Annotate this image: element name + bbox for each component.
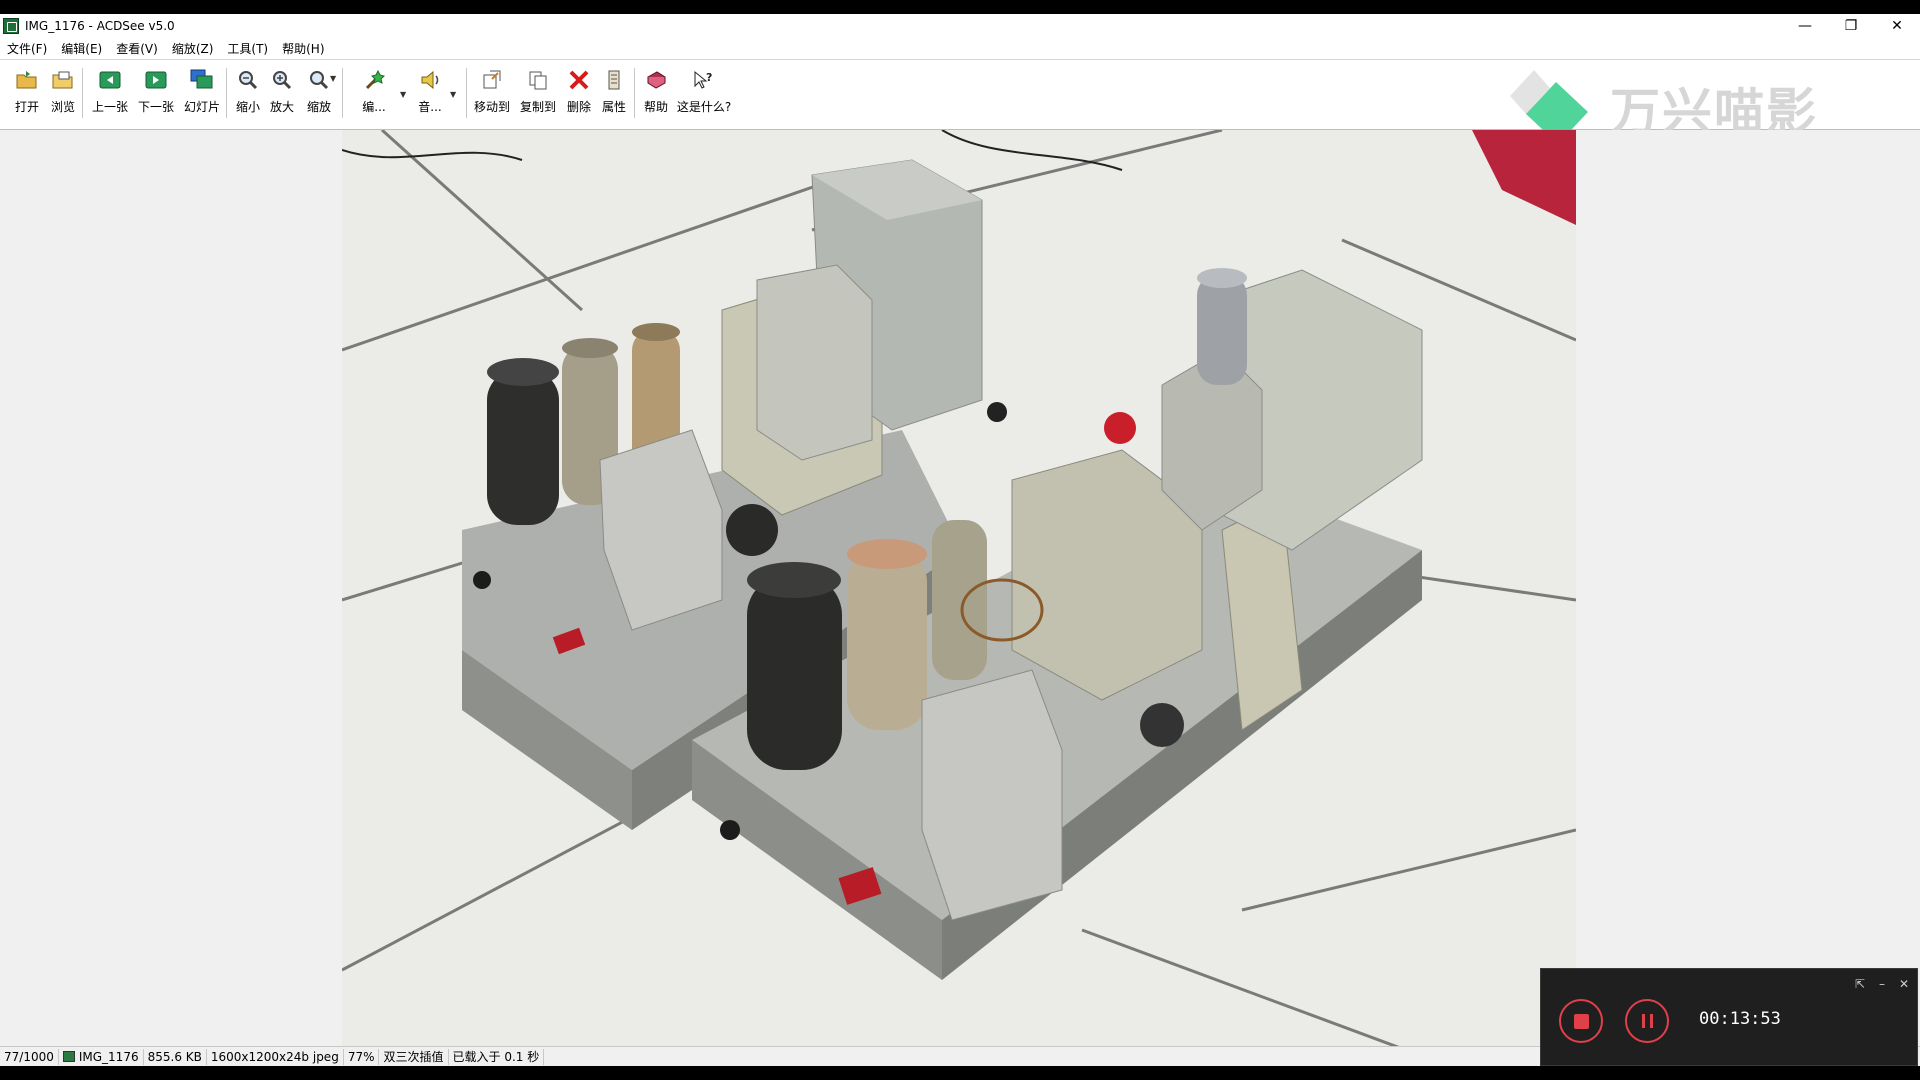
properties-label: 属性 (601, 100, 626, 114)
move-to-icon (480, 68, 504, 92)
toolbar-separator (634, 68, 635, 118)
help-book-icon (644, 68, 668, 92)
slideshow-label: 幻灯片 (183, 100, 220, 114)
zoom-in-button[interactable]: 放大 (266, 66, 298, 122)
next-arrow-icon (144, 68, 168, 92)
audio-button[interactable]: 音... (412, 66, 448, 122)
delete-label: 删除 (566, 100, 591, 114)
properties-icon (602, 68, 626, 92)
recorder-minimize-icon[interactable]: – (1879, 977, 1885, 991)
next-image-button[interactable]: 下一张 (134, 66, 178, 122)
slideshow-icon (190, 68, 214, 92)
prev-label: 上一张 (91, 100, 128, 114)
image-viewer[interactable] (0, 130, 1920, 1060)
zoom-out-button[interactable]: 缩小 (232, 66, 264, 122)
audio-dropdown-arrow-icon[interactable]: ▼ (450, 90, 456, 99)
open-folder-icon (15, 68, 39, 92)
help-label: 帮助 (643, 100, 668, 114)
external-link-icon[interactable]: ⇱ (1855, 977, 1865, 991)
screen-recorder-panel: ⇱ – ✕ 00:13:53 (1540, 968, 1918, 1066)
zoom-in-label: 放大 (269, 100, 294, 114)
browse-button[interactable]: 浏览 (46, 66, 80, 122)
displayed-photo (342, 130, 1576, 1056)
edit-label: 编... (362, 100, 386, 114)
recorder-top-controls: ⇱ – ✕ (1855, 977, 1909, 991)
stop-icon (1573, 1013, 1589, 1029)
menu-edit[interactable]: 编辑(E) (54, 40, 109, 57)
edit-dropdown-arrow-icon[interactable]: ▼ (400, 90, 406, 99)
toolbar-separator (466, 68, 467, 118)
pause-recording-button[interactable] (1625, 999, 1669, 1043)
acdsee-app-icon (3, 18, 19, 34)
recorder-close-icon[interactable]: ✕ (1899, 977, 1909, 991)
toolbar-separator (82, 68, 83, 118)
restore-button[interactable]: ❐ (1828, 14, 1874, 38)
image-index: 77/1000 (0, 1048, 59, 1065)
menu-tools[interactable]: 工具(T) (220, 40, 275, 57)
menu-bar: 文件(F) 编辑(E) 查看(V) 缩放(Z) 工具(T) 帮助(H) (0, 38, 1920, 60)
magnifier-minus-icon (236, 68, 260, 92)
zoom-out-label: 缩小 (235, 100, 260, 114)
toolbar-separator (342, 68, 343, 118)
file-size: 855.6 KB (144, 1048, 207, 1065)
copy-to-label: 复制到 (519, 100, 556, 114)
copy-to-icon (526, 68, 550, 92)
window-controls: — ❐ ✕ (1782, 14, 1920, 38)
slideshow-button[interactable]: 幻灯片 (180, 66, 224, 122)
open-label: 打开 (14, 100, 39, 114)
image-dimensions: 1600x1200x24b jpeg (207, 1048, 344, 1065)
browse-folder-icon (51, 68, 75, 92)
image-file-icon (62, 1051, 75, 1062)
zoom-dropdown-arrow-icon[interactable]: ▼ (330, 74, 336, 83)
whats-this-button[interactable]: ? 这是什么? (676, 66, 732, 122)
menu-view[interactable]: 查看(V) (109, 40, 165, 57)
magnifier-plus-icon (270, 68, 294, 92)
properties-button[interactable]: 属性 (598, 66, 630, 122)
menu-zoom[interactable]: 缩放(Z) (165, 40, 221, 57)
window-title: IMG_1176 - ACDSee v5.0 (25, 19, 175, 33)
toolbar-separator (226, 68, 227, 118)
whats-this-label: 这是什么? (676, 100, 732, 114)
amplifier-photo-drawing (342, 130, 1576, 1056)
edit-tools-button[interactable]: 编... (356, 66, 392, 122)
file-name-cell: IMG_1176 (59, 1048, 144, 1065)
title-bar: IMG_1176 - ACDSee v5.0 — ❐ ✕ (0, 14, 1920, 38)
minimize-button[interactable]: — (1782, 14, 1828, 38)
load-time: 已载入于 0.1 秒 (449, 1048, 545, 1065)
previous-arrow-icon (98, 68, 122, 92)
recording-timer: 00:13:53 (1699, 1009, 1781, 1029)
open-button[interactable]: 打开 (10, 66, 44, 122)
zoom-level: 77% (344, 1048, 380, 1065)
pause-icon (1641, 1014, 1653, 1028)
delete-button[interactable]: 删除 (562, 66, 596, 122)
close-button[interactable]: ✕ (1874, 14, 1920, 38)
svg-text:?: ? (706, 71, 712, 84)
file-name: IMG_1176 (78, 1049, 139, 1064)
browse-label: 浏览 (50, 100, 75, 114)
acdsee-window: IMG_1176 - ACDSee v5.0 — ❐ ✕ 文件(F) 编辑(E)… (0, 14, 1920, 1066)
delete-x-icon (567, 68, 591, 92)
move-to-label: 移动到 (473, 100, 510, 114)
resample-mode: 双三次插值 (379, 1048, 449, 1065)
zoom-label: 缩放 (306, 100, 331, 114)
move-to-button[interactable]: 移动到 (472, 66, 512, 122)
menu-help[interactable]: 帮助(H) (275, 40, 331, 57)
magic-wand-icon (362, 68, 386, 92)
next-label: 下一张 (137, 100, 174, 114)
stop-recording-button[interactable] (1559, 999, 1603, 1043)
menu-file[interactable]: 文件(F) (0, 40, 54, 57)
copy-to-button[interactable]: 复制到 (516, 66, 560, 122)
audio-label: 音... (418, 100, 442, 114)
speaker-icon (418, 68, 442, 92)
help-button[interactable]: 帮助 (640, 66, 672, 122)
prev-image-button[interactable]: 上一张 (88, 66, 132, 122)
whats-this-pointer-icon: ? (692, 68, 716, 92)
magnifier-icon (307, 68, 331, 92)
